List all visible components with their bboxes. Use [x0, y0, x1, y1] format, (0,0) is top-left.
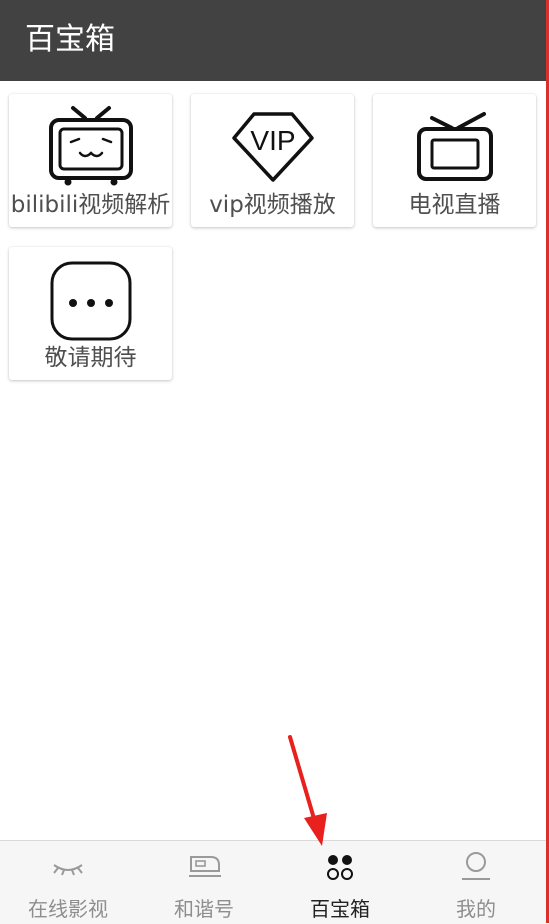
person-icon: [408, 851, 544, 885]
nav-tab-mine[interactable]: 我的: [408, 841, 544, 924]
nav-label: 和谐号: [174, 897, 234, 921]
nav-tab-harmony[interactable]: 和谐号: [136, 841, 272, 924]
tool-card-vip[interactable]: VIP vip视频播放: [191, 94, 354, 227]
tv-icon: [373, 104, 536, 188]
bilibili-tv-icon: [9, 104, 172, 188]
tool-card-bilibili[interactable]: bilibili视频解析: [9, 94, 172, 227]
train-icon: [136, 851, 272, 885]
tool-card-tv-live[interactable]: 电视直播: [373, 94, 536, 227]
more-dots-icon: [9, 257, 172, 341]
page-title: 百宝箱: [25, 22, 115, 57]
nav-tab-toolbox[interactable]: 百宝箱: [272, 841, 408, 924]
tool-label: 电视直播: [408, 192, 501, 218]
tool-label: 敬请期待: [44, 345, 137, 371]
app-header: 百宝箱: [0, 0, 546, 81]
nav-label: 在线影视: [28, 897, 108, 921]
eye-lashes-icon: [0, 851, 136, 885]
four-dots-icon: [272, 851, 408, 885]
vip-diamond-icon: VIP: [191, 104, 354, 188]
tool-label: vip视频播放: [209, 192, 336, 218]
nav-label: 我的: [456, 897, 496, 921]
svg-text:VIP: VIP: [250, 125, 295, 156]
nav-label: 百宝箱: [310, 897, 370, 921]
nav-tab-online-video[interactable]: 在线影视: [0, 841, 136, 924]
tool-card-coming-soon[interactable]: 敬请期待: [9, 247, 172, 380]
bottom-navigation: 在线影视 和谐号 百宝箱 我的: [0, 840, 546, 924]
tool-label: bilibili视频解析: [10, 192, 171, 218]
